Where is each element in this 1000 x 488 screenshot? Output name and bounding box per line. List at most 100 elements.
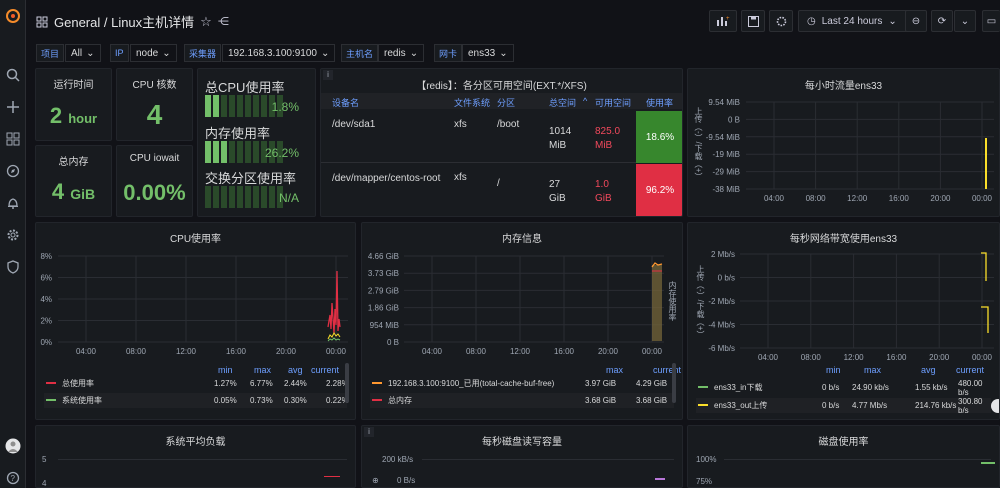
table-header: 设备名 文件系统 分区 总空间 ^ 可用空间 使用率 — [321, 93, 682, 109]
cpu-usage-chart: 8% 6% 4% 2% 0% 04:00 08:00 12:00 16:00 20:00 00:00 — [40, 252, 348, 356]
cpu-usage-panel[interactable]: CPU使用率 8% 6% 4% 2% 0% 04:00 08:00 12:00 16:00 20:… — [35, 222, 356, 420]
y-tick-label: -4 Mb/s — [708, 321, 735, 330]
chevron-down-icon: ⌄ — [888, 15, 897, 27]
legend-col-max[interactable]: max — [864, 365, 881, 375]
sidebar: ? — [0, 0, 26, 488]
legend-row[interactable]: ens33_out上传 0 b/s 4.77 Mb/s 214.76 kb/s … — [696, 397, 991, 415]
x-tick-label: 04:00 — [764, 194, 785, 203]
used-area — [652, 265, 662, 341]
legend-row[interactable]: 总使用率 1.27% 6.77% 2.44% 2.28% — [44, 376, 349, 391]
y-tick-label: 0 B — [387, 338, 399, 347]
cell-total: 1014 MiB — [549, 126, 572, 151]
help-icon[interactable]: ? — [0, 468, 26, 488]
disk-usage-panel[interactable]: 磁盘使用率 100% 75% — [687, 425, 1000, 488]
legend-row[interactable]: 系统使用率 0.05% 0.73% 0.30% 0.22% — [44, 393, 349, 408]
avatar[interactable] — [0, 436, 26, 456]
legend-col-current[interactable]: current — [956, 365, 984, 375]
plus-icon[interactable] — [0, 97, 26, 117]
page-title[interactable]: General / Linux主机详情 — [54, 12, 194, 31]
legend-header: min max avg current — [696, 362, 991, 377]
grafana-logo-icon[interactable] — [0, 6, 26, 26]
col-header-mount[interactable]: 分区 — [497, 96, 515, 109]
col-header-avail[interactable]: 可用空间 — [595, 96, 631, 109]
system-load-panel[interactable]: 系统平均负载 5 4 — [35, 425, 356, 488]
star-icon[interactable]: ☆ — [200, 14, 212, 30]
var-label-nic: 网卡 — [434, 44, 463, 62]
var-select-nic[interactable]: ens33 ⌄ — [462, 44, 514, 62]
gauge-segment — [237, 95, 243, 117]
share-icon[interactable]: ⋲ — [218, 15, 229, 28]
alert-bell-icon[interactable] — [0, 193, 26, 213]
gear-icon[interactable] — [0, 225, 26, 245]
disk-io-panel[interactable]: i 每秒磁盘读写容量 200 kB/s ⊕ 0 B/s — [361, 425, 683, 488]
shield-icon[interactable] — [0, 257, 26, 277]
legend-row[interactable]: 192.168.3.100:9100_已用(total-cache-buf-fr… — [370, 376, 674, 391]
legend-min: 0.05% — [214, 396, 237, 405]
legend-col-avg[interactable]: avg — [288, 365, 303, 375]
legend-col-min[interactable]: min — [218, 365, 233, 375]
col-header-usage[interactable]: 使用率 — [646, 96, 673, 109]
uptime-unit: hour — [68, 111, 98, 126]
zoom-out-icon[interactable]: ⊖ — [905, 10, 927, 32]
cpu-iowait-panel[interactable]: CPU iowait 0.00% — [116, 145, 193, 217]
save-icon[interactable] — [741, 10, 765, 32]
explore-icon[interactable] — [0, 161, 26, 181]
legend-row[interactable]: ens33_in下载 0 b/s 24.90 kb/s 1.55 kb/s 48… — [696, 379, 991, 397]
memory-info-panel[interactable]: 内存信息 内存使用率 4.66 GiB 3.73 GiB 2.79 GiB 1.86 … — [361, 222, 683, 420]
legend-max: 6.77% — [250, 379, 273, 388]
gauge-segment — [229, 141, 235, 163]
legend-col-current[interactable]: current — [311, 365, 339, 375]
refresh-icon[interactable]: ⟳ — [931, 10, 953, 32]
var-select-collector[interactable]: 192.168.3.100:9100 ⌄ — [222, 44, 336, 62]
legend-col-max[interactable]: max — [254, 365, 271, 375]
col-header-total[interactable]: 总空间 — [549, 96, 576, 109]
network-bandwidth-panel[interactable]: 每秒网络带宽使用ens33 上传（-）/下载（+） 2 Mb/s 0 b/s -2 … — [687, 222, 1000, 420]
floating-toggle[interactable] — [991, 399, 999, 413]
legend-header: max current — [370, 362, 681, 377]
legend-min: 0 b/s — [822, 383, 840, 392]
legend-col-max[interactable]: max — [606, 365, 623, 375]
tv-mode-icon[interactable]: ▭ — [982, 10, 1000, 32]
gauge-segment — [237, 186, 243, 208]
chevron-down-icon: ⌄ — [499, 47, 508, 59]
y-axis-toggle-icon[interactable]: ⊕ — [372, 476, 379, 485]
col-header-fs[interactable]: 文件系统 — [454, 96, 490, 109]
y-tick-label: 8% — [40, 252, 52, 261]
var-select-ip[interactable]: node ⌄ — [130, 44, 177, 62]
add-panel-icon[interactable]: + — [709, 10, 737, 32]
legend-max: 3.97 GiB — [585, 379, 617, 388]
hourly-traffic-chart: 9.54 MiB 0 B -9.54 MiB -19 MiB -29 MiB -38 Mi… — [706, 98, 994, 203]
x-tick-label: 12:00 — [847, 194, 868, 203]
legend-scrollbar[interactable] — [672, 363, 676, 403]
y-tick-label: 9.54 MiB — [708, 98, 740, 107]
settings-gear-icon[interactable] — [769, 10, 793, 32]
search-icon[interactable] — [0, 65, 26, 85]
refresh-interval-chevron-icon[interactable]: ⌄ — [954, 10, 976, 32]
cpu-cores-panel[interactable]: CPU 核数 4 — [116, 68, 193, 141]
usage-gauges-panel[interactable]: 总CPU使用率 1.8% 内存使用率 26.2% 交换分区使用率 N/A — [197, 68, 316, 217]
legend-col-min[interactable]: min — [826, 365, 841, 375]
x-tick-label: 08:00 — [126, 347, 147, 356]
dashboards-icon[interactable] — [0, 129, 26, 149]
y-tick-label: 4.66 GiB — [368, 252, 399, 261]
var-select-hostname[interactable]: redis ⌄ — [378, 44, 425, 62]
filesystem-table-panel[interactable]: i 【redis】：各分区可用空间(EXT.*/XFS) 设备名 文件系统 分区… — [320, 68, 683, 217]
x-tick-label: 16:00 — [226, 347, 247, 356]
legend-avg: 214.76 kb/s — [915, 401, 957, 410]
legend-col-avg[interactable]: avg — [921, 365, 936, 375]
total-memory-panel[interactable]: 总内存 4 GiB — [35, 145, 112, 217]
hourly-traffic-panel[interactable]: 每小时流量ens33 上传（-）/下载（+） 9.54 MiB 0 B -9.54 … — [687, 68, 1000, 217]
legend-name: ens33_in下载 — [714, 383, 763, 392]
legend-col-current[interactable]: current — [653, 365, 681, 375]
legend-current: 3.68 GiB — [636, 396, 668, 405]
legend-scrollbar[interactable] — [345, 363, 349, 403]
svg-text:+: + — [726, 16, 730, 22]
time-range-picker[interactable]: ◷ Last 24 hours ⌄ — [798, 10, 913, 32]
uptime-panel[interactable]: 运行时间 2 hour — [35, 68, 112, 141]
var-label-hostname: 主机名 — [341, 44, 379, 62]
legend-row[interactable]: 总内存 3.68 GiB 3.68 GiB — [370, 393, 674, 408]
gauge-segment — [237, 141, 243, 163]
var-select-project[interactable]: All ⌄ — [65, 44, 101, 62]
col-header-device[interactable]: 设备名 — [332, 96, 359, 109]
var-value: 192.168.3.100:9100 — [228, 47, 317, 59]
